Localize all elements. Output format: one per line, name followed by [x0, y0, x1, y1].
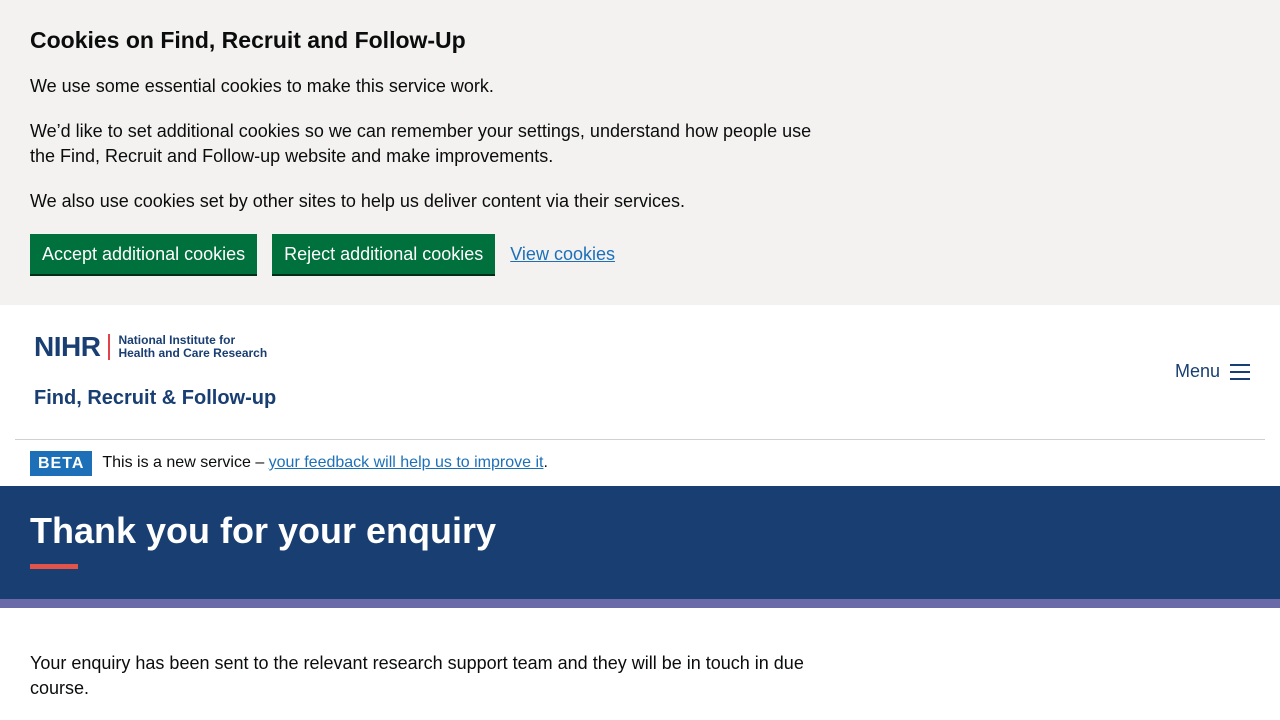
beta-banner: BETA This is a new service – your feedba…	[0, 440, 1280, 486]
logo-top: NIHR National Institute for Health and C…	[34, 333, 282, 361]
confirmation-message: Your enquiry has been sent to the releva…	[30, 653, 804, 698]
logo-nihr-text: NIHR	[34, 331, 101, 362]
menu-label: Menu	[1174, 361, 1220, 381]
cookie-banner-title: Cookies on Find, Recruit and Follow-Up	[30, 27, 466, 53]
beta-text: This is a new service –	[102, 454, 269, 471]
logo-divider	[108, 334, 111, 360]
page-hero: Thank you for your enquiry	[0, 486, 1280, 599]
menu-button[interactable]: Menu	[1175, 361, 1250, 382]
logo-org-line2: Health and Care Research	[118, 346, 268, 360]
cookie-banner: Cookies on Find, Recruit and Follow-Up W…	[0, 0, 1280, 305]
cookie-text-third-party: We also use cookies set by other sites t…	[30, 191, 685, 211]
logo-org-name: National Institute for Health and Care R…	[118, 334, 267, 360]
hamburger-icon	[1230, 363, 1250, 380]
reject-cookies-button[interactable]: Reject additional cookies	[272, 234, 496, 274]
beta-tag: BETA	[30, 450, 93, 476]
beta-suffix: .	[543, 454, 548, 471]
page-title: Thank you for your enquiry	[30, 510, 497, 551]
feedback-link[interactable]: your feedback will help us to improve it	[269, 454, 544, 472]
logo-org-line1: National Institute for	[118, 333, 236, 347]
title-underline	[30, 564, 78, 569]
service-name: Find, Recruit & Follow-up	[34, 387, 277, 409]
cookie-text-additional: We’d like to set additional cookies so w…	[30, 121, 812, 166]
view-cookies-link[interactable]: View cookies	[510, 244, 615, 265]
hero-band	[0, 599, 1280, 608]
nihr-logo[interactable]: NIHR National Institute for Health and C…	[34, 333, 282, 410]
cookie-actions: Accept additional cookies Reject additio…	[30, 234, 1250, 274]
cookie-text-essential: We use some essential cookies to make th…	[30, 76, 494, 96]
accept-cookies-button[interactable]: Accept additional cookies	[30, 234, 258, 274]
site-header: NIHR National Institute for Health and C…	[15, 305, 1265, 440]
main-content: Your enquiry has been sent to the releva…	[0, 608, 1280, 701]
